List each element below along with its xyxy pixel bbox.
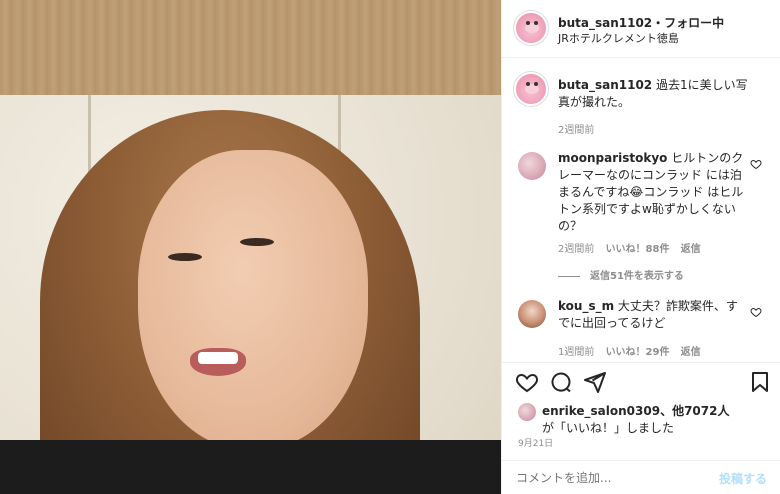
header-location[interactable]: JRホテルクレメント徳島 [558, 30, 679, 46]
comment-input[interactable] [516, 469, 706, 487]
header-username[interactable]: buta_san1102 [558, 16, 652, 30]
heart-icon[interactable] [750, 306, 762, 318]
replies-line [558, 275, 580, 277]
avatar[interactable] [514, 11, 548, 45]
comment-icon[interactable] [549, 370, 573, 394]
avatar[interactable] [518, 152, 546, 180]
bookmark-icon[interactable] [748, 370, 772, 394]
comment-time[interactable]: 2週間前 [558, 244, 594, 255]
follow-status[interactable]: フォロー中 [664, 16, 724, 30]
post-side-panel: buta_san1102・フォロー中 JRホテルクレメント徳島 buta_san… [501, 0, 780, 494]
pig-eye [534, 82, 538, 86]
post-date[interactable]: 9月21日 [518, 436, 553, 449]
reply-button[interactable]: 返信 [681, 347, 701, 358]
post-header: buta_san1102・フォロー中 JRホテルクレメント徳島 [502, 0, 780, 58]
header-separator: ・ [652, 16, 665, 30]
reply-button[interactable]: 返信 [681, 244, 701, 255]
share-icon[interactable] [583, 370, 607, 394]
divider [502, 362, 780, 363]
post-photo[interactable] [0, 0, 501, 494]
view-replies-button[interactable]: 返信51件を表示する [590, 271, 684, 282]
comment-username[interactable]: kou_s_m [558, 299, 614, 313]
avatar[interactable] [518, 300, 546, 328]
pig-eye [534, 21, 538, 25]
post-comment-button[interactable]: 投稿する [719, 470, 767, 487]
heart-icon[interactable] [750, 158, 762, 170]
comment-item: moonparistokyo ヒルトンのクレーマーなのにコンラッド には泊まるん… [558, 150, 748, 235]
likes-suffix: が「いいね！」しました [542, 421, 675, 435]
likes-user[interactable]: enrike_salon0309 [542, 404, 660, 418]
comment-likes[interactable]: いいね！29件 [606, 347, 670, 358]
comment-likes[interactable]: いいね！88件 [606, 244, 670, 255]
photo-shirt [0, 440, 501, 494]
avatar[interactable] [518, 403, 536, 421]
comment-item: kou_s_m 大丈夫？詐欺案件、すでに出回ってるけど [558, 298, 748, 332]
likes-summary: enrike_salon0309、他7072人 が「いいね！」しました [542, 403, 772, 437]
likes-others[interactable]: 、他7072人 [660, 404, 729, 418]
pig-eye [526, 21, 530, 25]
comment-time[interactable]: 1週間前 [558, 347, 594, 358]
avatar[interactable] [514, 72, 548, 106]
photo-teeth [198, 352, 238, 364]
photo-eye [240, 238, 274, 246]
photo-wall [0, 0, 501, 95]
caption-time[interactable]: 2週間前 [558, 121, 594, 136]
photo-eye [168, 253, 202, 261]
comment-username[interactable]: moonparistokyo [558, 151, 667, 165]
caption-username[interactable]: buta_san1102 [558, 78, 652, 92]
pig-eye [526, 82, 530, 86]
photo-face [138, 150, 368, 450]
comment-form: 投稿する [502, 460, 780, 494]
heart-icon[interactable] [515, 370, 539, 394]
